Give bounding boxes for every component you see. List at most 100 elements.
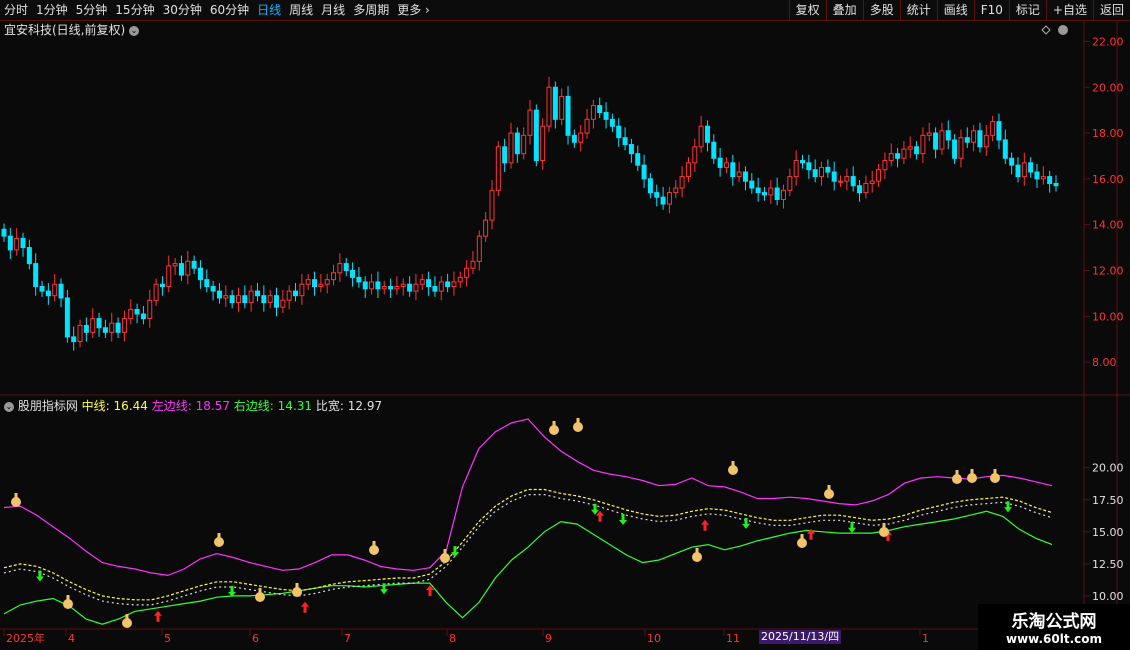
hand-icon-finger — [800, 534, 804, 539]
candle-body — [742, 171, 748, 182]
toolbar-actions: 复权 叠加 多股 统计 画线 F10 标记 +自选 返回 — [788, 0, 1130, 20]
hand-icon-palm — [549, 425, 559, 435]
right-value: 14.31 — [277, 399, 313, 413]
period-tab[interactable]: 月线 — [317, 0, 349, 20]
candle-body — [774, 187, 780, 200]
candle-body — [1040, 176, 1046, 180]
hand-icon-palm — [63, 599, 73, 609]
candle-body — [945, 130, 951, 141]
price-tick-label: 14.00 — [1092, 219, 1124, 232]
candle-body — [394, 286, 400, 290]
candle-body — [863, 182, 869, 194]
right-label: 右边线: — [233, 399, 274, 413]
hand-icon — [63, 595, 73, 609]
candle-body — [869, 180, 875, 184]
candle-body — [584, 118, 590, 134]
toolbar-action-button[interactable]: F10 — [973, 0, 1009, 20]
candle-body — [7, 235, 13, 251]
candle-body — [679, 176, 685, 189]
chart-canvas: 22.00 20.00 18.00 16.00 14.00 12.00 10.00 8.00 2… — [0, 20, 1130, 650]
candle-body — [324, 279, 330, 285]
toolbar-action-button[interactable]: 叠加 — [825, 0, 863, 20]
candle-body — [419, 279, 425, 285]
hand-icon-palm — [967, 473, 977, 483]
down-arrow-icon — [619, 514, 627, 526]
candle-body — [235, 295, 241, 304]
time-tick-label: 2025年 — [6, 631, 45, 645]
hand-icon-palm — [824, 489, 834, 499]
candle-body — [216, 290, 222, 299]
hand-icon-finger — [295, 583, 299, 588]
toolbar-action-button[interactable]: 标记 — [1008, 0, 1046, 20]
top-toolbar: 分时 1分钟 5分钟 15分钟 30分钟 60分钟 日线 周线 月线 多周期 更多 › 复权 叠加 多股… — [0, 0, 1130, 21]
candle-body — [445, 281, 451, 288]
hand-icon — [728, 461, 738, 475]
period-tab[interactable]: 多周期 — [349, 0, 393, 20]
candle-body — [331, 272, 337, 281]
toolbar-action-button[interactable]: 画线 — [936, 0, 974, 20]
hand-icon — [797, 534, 807, 548]
period-tab[interactable]: 周线 — [285, 0, 317, 20]
ind-tick-label: 17.50 — [1092, 494, 1124, 507]
candle-body — [71, 336, 77, 342]
candle-body — [293, 290, 299, 297]
period-tab[interactable]: 更多 › — [393, 0, 434, 20]
period-tab[interactable]: 30分钟 — [159, 0, 206, 20]
period-tab[interactable]: 15分钟 — [111, 0, 158, 20]
selected-date: 2025/11/13/四 — [759, 630, 842, 644]
candle-body — [337, 263, 343, 274]
period-tab[interactable]: 1分钟 — [32, 0, 72, 20]
indicator-name: 股朋指标网 — [17, 399, 78, 413]
candle-body — [109, 322, 115, 333]
toolbar-action-button[interactable]: 返回 — [1092, 0, 1130, 20]
hand-icon-finger — [576, 418, 580, 423]
brand-url: www.60lt.com — [1005, 632, 1103, 646]
period-tab[interactable]: 5分钟 — [72, 0, 112, 20]
mid-value: 16.44 — [113, 399, 148, 413]
candle-body — [831, 171, 837, 182]
hand-icon-palm — [440, 553, 450, 563]
stock-title: 宜安科技(日线,前复权) — [4, 23, 126, 37]
hand-icon — [214, 533, 224, 547]
candle-body — [628, 144, 634, 155]
period-tab[interactable]: 日线 — [253, 0, 285, 20]
candle-body — [926, 132, 932, 136]
toolbar-action-button[interactable]: 复权 — [788, 0, 826, 20]
period-tab[interactable]: 分时 — [0, 0, 32, 20]
down-arrow-icon — [848, 521, 856, 533]
time-tick-label: 1 — [922, 632, 929, 645]
candle-body — [901, 148, 907, 159]
period-tabs: 分时 1分钟 5分钟 15分钟 30分钟 60分钟 日线 周线 月线 多周期 更多 › — [0, 0, 434, 20]
candle-body — [622, 137, 628, 146]
candle-body — [850, 176, 856, 187]
ind-tick-label: 12.50 — [1092, 558, 1124, 571]
price-tick-label: 18.00 — [1092, 127, 1124, 140]
left-label: 左边线: — [151, 399, 192, 413]
toolbar-action-button[interactable]: +自选 — [1045, 0, 1093, 20]
candle-body — [83, 324, 89, 333]
candle-body — [128, 308, 134, 320]
candle-body — [495, 146, 501, 191]
hand-icon-finger — [882, 523, 886, 528]
candle-body — [204, 279, 210, 288]
period-tab[interactable]: 60分钟 — [206, 0, 253, 20]
candle-body — [77, 324, 83, 342]
chevron-down-icon[interactable]: ⌄ — [129, 25, 140, 36]
hand-icon — [990, 469, 1000, 483]
candle-body — [33, 263, 39, 288]
hand-icon — [11, 493, 21, 507]
candle-body — [685, 162, 691, 178]
candle-body — [166, 265, 172, 288]
candle-body — [521, 134, 527, 155]
candle-body — [197, 267, 203, 281]
toolbar-action-button[interactable]: 多股 — [862, 0, 900, 20]
toolbar-action-button[interactable]: 统计 — [899, 0, 937, 20]
candle-body — [590, 105, 596, 120]
up-arrow-icon — [701, 519, 709, 531]
chevron-down-icon[interactable]: ⌄ — [4, 401, 14, 412]
candle-body — [996, 121, 1002, 141]
indicator-title: ⌄ 股朋指标网 中线: 16.44 左边线: 18.57 右边线: 14.31 … — [4, 397, 382, 414]
candle-body — [971, 130, 977, 143]
candle-body — [546, 86, 552, 127]
candle-body — [172, 263, 178, 267]
